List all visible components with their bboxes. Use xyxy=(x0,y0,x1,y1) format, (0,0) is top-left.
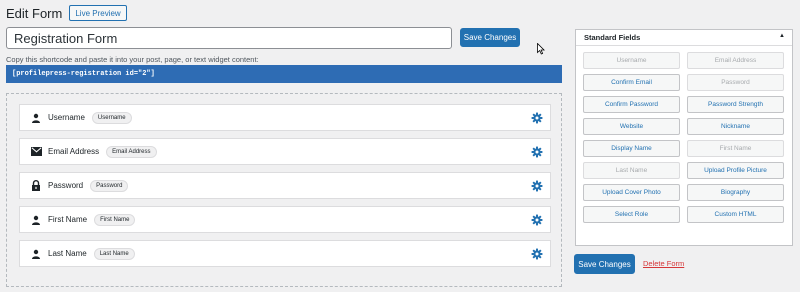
field-label: Password xyxy=(48,181,84,190)
std-field-email-address: Email Address xyxy=(687,52,784,69)
gear-icon[interactable] xyxy=(531,214,543,226)
lock-icon xyxy=(30,180,42,192)
field-row-last-name[interactable]: Last Name Last Name xyxy=(19,240,551,267)
std-field-password-strength[interactable]: Password Strength xyxy=(687,96,784,113)
field-row-password[interactable]: Password Password xyxy=(19,172,551,199)
field-tag: Password xyxy=(90,179,129,192)
gear-icon[interactable] xyxy=(531,248,543,260)
gear-icon[interactable] xyxy=(531,112,543,124)
field-label: Last Name xyxy=(48,249,87,258)
field-tag: First Name xyxy=(94,213,136,226)
field-label: Username xyxy=(48,113,85,122)
save-changes-bottom-button[interactable]: Save Changes xyxy=(574,254,635,274)
std-field-password: Password xyxy=(687,74,784,91)
std-field-nickname[interactable]: Nickname xyxy=(687,118,784,135)
form-title-input[interactable] xyxy=(6,27,452,49)
std-field-display-name[interactable]: Display Name xyxy=(583,140,680,157)
std-field-custom-html[interactable]: Custom HTML xyxy=(687,206,784,223)
gear-icon[interactable] xyxy=(531,146,543,158)
field-row-username[interactable]: Username Username xyxy=(19,104,551,131)
user-icon xyxy=(30,214,42,226)
std-field-username: Username xyxy=(583,52,680,69)
standard-fields-grid: Username Email Address Confirm Email Pas… xyxy=(583,52,787,223)
std-field-biography[interactable]: Biography xyxy=(687,184,784,201)
mouse-cursor-icon xyxy=(537,43,545,55)
form-builder-area: Username Username Email Address Email Ad… xyxy=(6,93,562,287)
panel-header[interactable]: Standard Fields ▲ xyxy=(576,30,792,46)
field-label: First Name xyxy=(48,215,88,224)
std-field-confirm-email[interactable]: Confirm Email xyxy=(583,74,680,91)
collapse-arrow-icon[interactable]: ▲ xyxy=(779,33,785,39)
field-label: Email Address xyxy=(48,147,100,156)
shortcode-display[interactable]: [profilepress-registration id="2"] xyxy=(6,65,562,83)
std-field-website[interactable]: Website xyxy=(583,118,680,135)
panel-title: Standard Fields xyxy=(584,33,641,42)
save-changes-button[interactable]: Save Changes xyxy=(460,28,520,47)
page-header: Edit Form Live Preview xyxy=(6,4,127,22)
standard-fields-panel: Standard Fields ▲ Username Email Address… xyxy=(575,29,793,246)
envelope-icon xyxy=(30,146,42,158)
user-icon xyxy=(30,248,42,260)
shortcode-hint: Copy this shortcode and paste it into yo… xyxy=(6,55,259,64)
std-field-first-name: First Name xyxy=(687,140,784,157)
field-row-first-name[interactable]: First Name First Name xyxy=(19,206,551,233)
std-field-upload-profile-picture[interactable]: Upload Profile Picture xyxy=(687,162,784,179)
live-preview-button[interactable]: Live Preview xyxy=(69,5,127,21)
user-icon xyxy=(30,112,42,124)
std-field-last-name: Last Name xyxy=(583,162,680,179)
delete-form-link[interactable]: Delete Form xyxy=(643,259,684,268)
gear-icon[interactable] xyxy=(531,180,543,192)
field-row-email[interactable]: Email Address Email Address xyxy=(19,138,551,165)
std-field-confirm-password[interactable]: Confirm Password xyxy=(583,96,680,113)
field-tag: Email Address xyxy=(106,145,157,158)
std-field-select-role[interactable]: Select Role xyxy=(583,206,680,223)
std-field-upload-cover-photo[interactable]: Upload Cover Photo xyxy=(583,184,680,201)
field-tag: Username xyxy=(91,111,132,124)
field-tag: Last Name xyxy=(93,247,135,260)
page-title: Edit Form xyxy=(6,5,63,21)
